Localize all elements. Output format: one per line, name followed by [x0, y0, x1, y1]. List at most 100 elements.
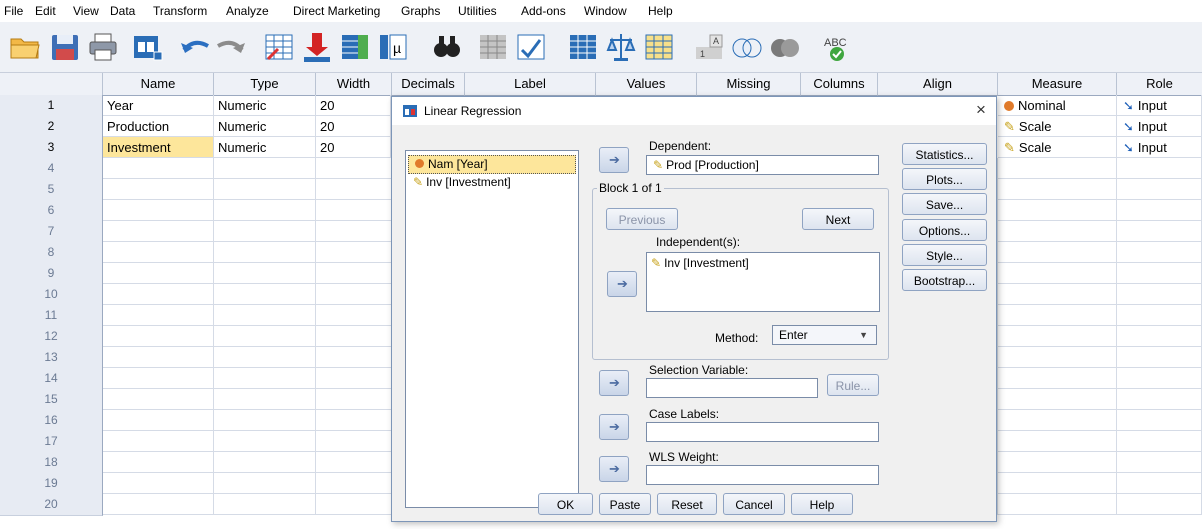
empty-cell[interactable]	[998, 305, 1117, 326]
empty-cell[interactable]	[998, 284, 1117, 305]
empty-cell[interactable]	[1117, 284, 1202, 305]
empty-cell[interactable]	[103, 473, 214, 494]
empty-cell[interactable]	[1117, 347, 1202, 368]
empty-cell[interactable]	[214, 368, 316, 389]
cell-measure[interactable]: ✎ Scale	[998, 116, 1117, 137]
empty-cell[interactable]	[1117, 179, 1202, 200]
row-number[interactable]: 19	[0, 473, 103, 495]
empty-cell[interactable]	[103, 200, 214, 221]
cell-measure[interactable]: Nominal	[998, 95, 1117, 116]
undo-icon[interactable]	[178, 30, 212, 64]
row-number[interactable]: 3	[0, 137, 103, 159]
empty-cell[interactable]	[103, 158, 214, 179]
empty-cell[interactable]	[316, 179, 392, 200]
row-number[interactable]: 14	[0, 368, 103, 390]
empty-cell[interactable]	[103, 494, 214, 515]
options-button[interactable]: Options...	[902, 219, 987, 241]
column-header-decimals[interactable]: Decimals	[392, 73, 465, 96]
row-number[interactable]: 15	[0, 389, 103, 411]
empty-cell[interactable]	[998, 431, 1117, 452]
cell-type[interactable]: Numeric	[214, 137, 316, 158]
empty-cell[interactable]	[214, 179, 316, 200]
empty-cell[interactable]	[103, 305, 214, 326]
empty-cell[interactable]	[1117, 368, 1202, 389]
empty-cell[interactable]	[214, 494, 316, 515]
cell-type[interactable]: Numeric	[214, 116, 316, 137]
empty-cell[interactable]	[316, 347, 392, 368]
menu-edit[interactable]: Edit	[35, 4, 56, 18]
empty-cell[interactable]	[316, 431, 392, 452]
empty-cell[interactable]	[214, 221, 316, 242]
empty-cell[interactable]	[998, 221, 1117, 242]
cell-name[interactable]: Production	[103, 116, 214, 137]
row-number[interactable]: 6	[0, 200, 103, 222]
save-button[interactable]: Save...	[902, 193, 987, 215]
empty-cell[interactable]	[316, 368, 392, 389]
empty-cell[interactable]	[1117, 410, 1202, 431]
move-to-selection-button[interactable]: ➔	[599, 370, 629, 396]
cell-name[interactable]: Year	[103, 95, 214, 116]
empty-cell[interactable]	[316, 221, 392, 242]
insert-cases-icon[interactable]	[476, 30, 510, 64]
empty-cell[interactable]	[998, 263, 1117, 284]
run-descriptives-icon[interactable]: µ	[376, 30, 410, 64]
dialog-recall-icon[interactable]	[130, 30, 164, 64]
empty-cell[interactable]	[103, 326, 214, 347]
empty-cell[interactable]	[1117, 431, 1202, 452]
rule-button[interactable]: Rule...	[827, 374, 879, 396]
empty-cell[interactable]	[103, 452, 214, 473]
menu-add-ons[interactable]: Add-ons	[521, 4, 566, 18]
empty-cell[interactable]	[1117, 452, 1202, 473]
menu-file[interactable]: File	[4, 4, 23, 18]
empty-cell[interactable]	[1117, 305, 1202, 326]
empty-cell[interactable]	[316, 200, 392, 221]
empty-cell[interactable]	[103, 221, 214, 242]
empty-cell[interactable]	[998, 473, 1117, 494]
menu-graphs[interactable]: Graphs	[401, 4, 440, 18]
empty-cell[interactable]	[214, 473, 316, 494]
empty-cell[interactable]	[316, 326, 392, 347]
column-header-width[interactable]: Width	[316, 73, 392, 96]
row-number[interactable]: 4	[0, 158, 103, 180]
empty-cell[interactable]	[214, 200, 316, 221]
menu-data[interactable]: Data	[110, 4, 135, 18]
open-folder-icon[interactable]	[8, 30, 42, 64]
cell-role[interactable]: ➘ Input	[1117, 116, 1202, 137]
paste-button[interactable]: Paste	[599, 493, 651, 515]
empty-cell[interactable]	[998, 347, 1117, 368]
menu-utilities[interactable]: Utilities	[458, 4, 497, 18]
empty-cell[interactable]	[214, 410, 316, 431]
empty-cell[interactable]	[1117, 494, 1202, 515]
cell-name-selected[interactable]: Investment	[103, 137, 214, 158]
empty-cell[interactable]	[1117, 326, 1202, 347]
menu-window[interactable]: Window	[584, 4, 627, 18]
column-header-label[interactable]: Label	[465, 73, 596, 96]
save-icon[interactable]	[48, 30, 82, 64]
independents-list[interactable]: ✎ Inv [Investment]	[646, 252, 880, 312]
empty-cell[interactable]	[214, 263, 316, 284]
selection-variable-field[interactable]	[646, 378, 818, 398]
row-number[interactable]: 7	[0, 221, 103, 243]
row-number[interactable]: 11	[0, 305, 103, 327]
row-number[interactable]: 9	[0, 263, 103, 285]
column-header-columns[interactable]: Columns	[801, 73, 878, 96]
row-number[interactable]: 17	[0, 431, 103, 453]
empty-cell[interactable]	[214, 347, 316, 368]
use-sets-icon[interactable]	[730, 30, 764, 64]
redo-icon[interactable]	[214, 30, 248, 64]
empty-cell[interactable]	[998, 410, 1117, 431]
menu-analyze[interactable]: Analyze	[226, 4, 269, 18]
statistics-button[interactable]: Statistics...	[902, 143, 987, 165]
row-number[interactable]: 5	[0, 179, 103, 201]
empty-cell[interactable]	[214, 158, 316, 179]
ok-button[interactable]: OK	[538, 493, 593, 515]
empty-cell[interactable]	[998, 158, 1117, 179]
previous-button[interactable]: Previous	[606, 208, 678, 230]
cell-width[interactable]: 20	[316, 95, 391, 116]
find-icon[interactable]	[430, 30, 464, 64]
empty-cell[interactable]	[998, 368, 1117, 389]
show-all-icon[interactable]	[768, 30, 802, 64]
empty-cell[interactable]	[103, 263, 214, 284]
menu-transform[interactable]: Transform	[153, 4, 207, 18]
empty-cell[interactable]	[316, 494, 392, 515]
